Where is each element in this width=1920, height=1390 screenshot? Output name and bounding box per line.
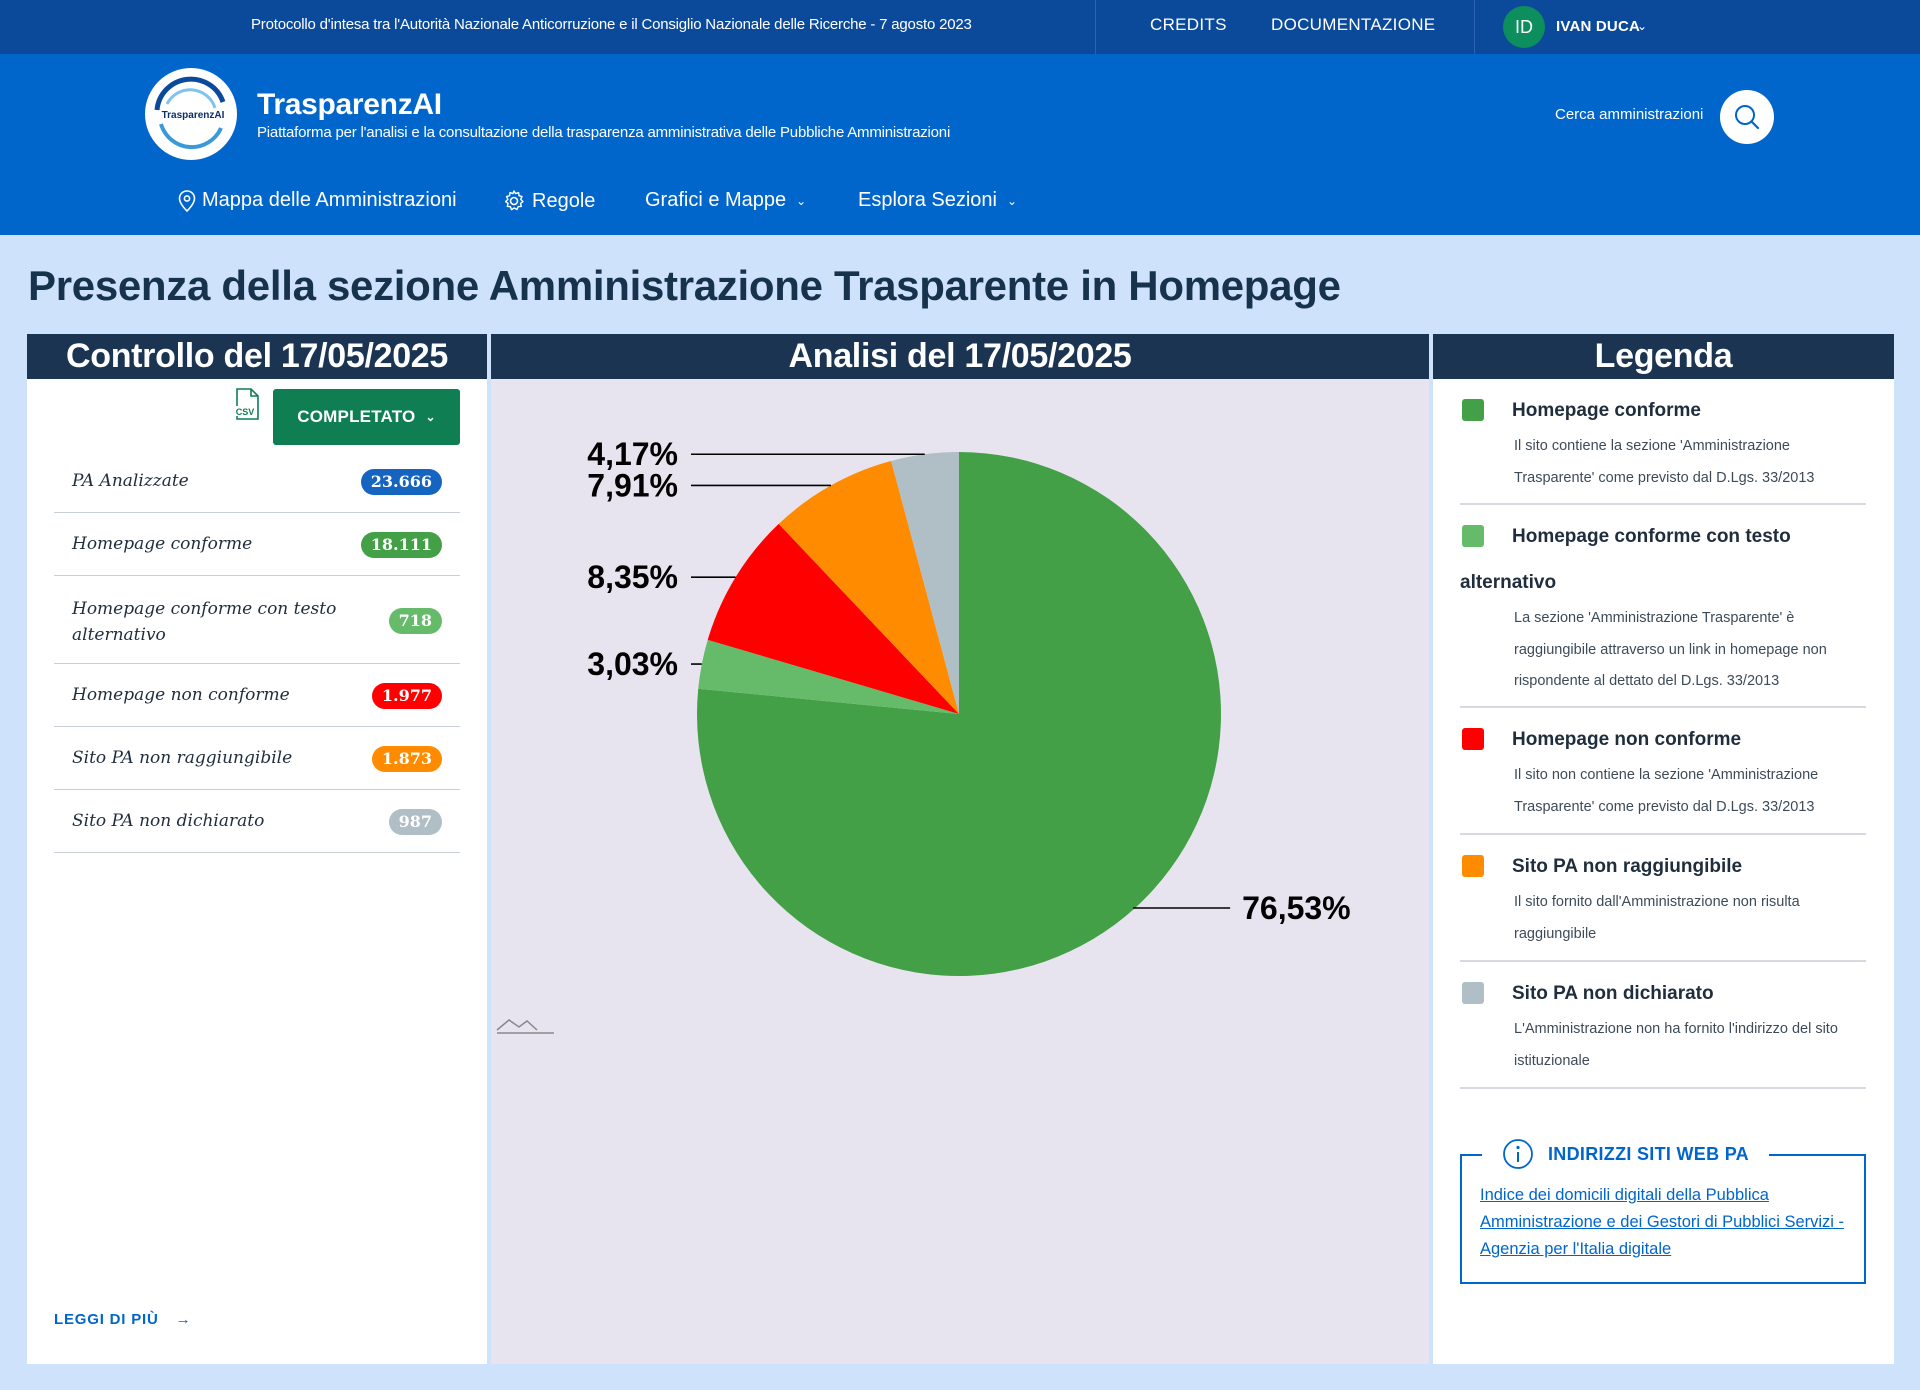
stat-label: PA Analizzate — [72, 471, 189, 491]
stat-badge: 1.977 — [371, 683, 442, 709]
arrow-right-icon: → — [175, 1311, 192, 1328]
legend-swatch — [1462, 525, 1484, 547]
divider — [1474, 0, 1475, 54]
stat-badge: 1.873 — [371, 746, 442, 772]
analysis-heading: Analisi del 17/05/2025 — [491, 334, 1429, 379]
legend-body: Homepage conforme Il sito contiene la se… — [1433, 379, 1894, 1364]
stat-badge: 718 — [388, 608, 442, 634]
chart-watermark-icon — [496, 1019, 554, 1034]
legend-title: Sito PA non raggiungibile — [1512, 856, 1743, 877]
stat-badge: 987 — [388, 809, 442, 835]
brand-subtitle: Piattaforma per l'analisi e la consultaz… — [257, 124, 951, 141]
agid-index-link[interactable]: Indice dei domicili digitali della Pubbl… — [1480, 1182, 1852, 1263]
info-title: INDIRIZZI SITI WEB PA — [1482, 1138, 1769, 1170]
legend-swatch — [1462, 982, 1484, 1004]
divider — [1095, 0, 1096, 54]
pie-data-label: 3,03% — [587, 646, 678, 682]
pie-data-label: 76,53% — [1242, 890, 1351, 926]
legend-swatch — [1462, 728, 1484, 750]
chevron-down-icon[interactable]: ⌄ — [1637, 19, 1647, 33]
legend-description: Il sito non contiene la sezione 'Amminis… — [1514, 767, 1819, 815]
legend-item: Homepage conforme con testo alternativo … — [1460, 505, 1866, 708]
legend-item: Sito PA non dichiarato L'Amministrazione… — [1460, 962, 1866, 1089]
pie-data-label: 4,17% — [587, 436, 678, 472]
site-header: TrasparenzAI TrasparenzAI Piattaforma pe… — [0, 54, 1920, 235]
pie-data-label: 7,91% — [587, 467, 678, 503]
legend-title: Homepage non conforme — [1512, 729, 1742, 750]
legend-heading: Legenda — [1433, 334, 1894, 379]
gear-icon — [504, 190, 524, 211]
stat-label: Homepage non conforme — [72, 685, 290, 705]
user-avatar[interactable]: ID — [1503, 6, 1545, 48]
legend-item: Homepage non conforme Il sito non contie… — [1460, 708, 1866, 835]
legend-item: Homepage conforme Il sito contiene la se… — [1460, 379, 1866, 505]
legend-title: Homepage conforme — [1512, 400, 1701, 421]
stat-label: Homepage conforme con testo alternativo — [72, 599, 337, 645]
nav-explore[interactable]: Esplora Sezioni ⌄ — [858, 189, 1017, 212]
stat-row: Homepage conforme 18.111 — [54, 513, 460, 576]
legend-title: Homepage conforme con testo — [1512, 526, 1791, 547]
nav-map[interactable]: Mappa delle Amministrazioni — [178, 189, 457, 212]
nav-charts[interactable]: Grafici e Mappe ⌄ — [645, 189, 806, 212]
legend-title: Sito PA non dichiarato — [1512, 983, 1714, 1004]
legend-description: Il sito contiene la sezione 'Amministraz… — [1514, 438, 1815, 486]
nav-explore-label: Esplora Sezioni — [858, 189, 997, 211]
stat-row: Sito PA non raggiungibile 1.873 — [54, 727, 460, 790]
pie-chart: 76,53% 3,03% 8,35% 7,91%4,17% — [496, 436, 1351, 1034]
stat-label: Homepage conforme — [72, 534, 253, 554]
status-dropdown-label: COMPLETATO — [297, 407, 416, 426]
legend-description: La sezione 'Amministrazione Trasparente'… — [1514, 610, 1827, 689]
stat-row: Sito PA non dichiarato 987 — [54, 790, 460, 853]
stat-badge: 23.666 — [360, 469, 442, 495]
top-bar: Protocollo d'intesa tra l'Autorità Nazio… — [0, 0, 1920, 54]
chevron-down-icon: ⌄ — [425, 410, 436, 424]
stat-label: Sito PA non dichiarato — [72, 811, 265, 831]
stat-badge: 18.111 — [360, 532, 442, 558]
legend-item: Sito PA non raggiungibile Il sito fornit… — [1460, 835, 1866, 962]
logo-mark: TrasparenzAI — [147, 70, 235, 158]
legend-swatch — [1462, 855, 1484, 877]
legend-title-continued: alternativo — [1460, 572, 1557, 593]
control-panel: Controllo del 17/05/2025 CSV COMPLETATO … — [27, 334, 487, 1364]
legend-panel: Legenda Homepage conforme Il sito contie… — [1433, 334, 1894, 1364]
documentation-link[interactable]: DOCUMENTAZIONE — [1271, 15, 1435, 35]
brand-title[interactable]: TrasparenzAI — [257, 88, 442, 122]
control-body: CSV COMPLETATO ⌄ PA Analizzate 23.666 Ho… — [27, 379, 487, 1364]
logo-text: TrasparenzAI — [162, 110, 225, 121]
control-heading: Controllo del 17/05/2025 — [27, 334, 487, 379]
nav-rules[interactable]: Regole — [502, 189, 595, 213]
search-icon — [1735, 105, 1760, 130]
search-label[interactable]: Cerca amministrazioni — [1555, 106, 1703, 123]
chevron-down-icon: ⌄ — [796, 193, 807, 208]
stat-row: PA Analizzate 23.666 — [54, 451, 460, 513]
logo[interactable]: TrasparenzAI — [145, 68, 237, 160]
analysis-panel: Analisi del 17/05/2025 76,53% 3,03% 8,35% 7… — [491, 334, 1429, 1364]
page-title: Presenza della sezione Amministrazione T… — [28, 262, 1341, 309]
analysis-body: 76,53% 3,03% 8,35% 7,91% 4,17% — [491, 379, 1429, 1364]
legend-description: L'Amministrazione non ha fornito l'indir… — [1514, 1021, 1838, 1069]
info-title-label: INDIRIZZI SITI WEB PA — [1548, 1143, 1749, 1164]
nav-map-label: Mappa delle Amministrazioni — [202, 189, 457, 211]
chevron-down-icon: ⌄ — [1006, 193, 1018, 208]
status-dropdown-button[interactable]: COMPLETATO ⌄ — [273, 389, 460, 445]
legend-description: Il sito fornito dall'Amministrazione non… — [1514, 894, 1800, 942]
stat-row: Homepage non conforme 1.977 — [54, 664, 460, 727]
nav-charts-label: Grafici e Mappe — [645, 189, 787, 211]
credits-link[interactable]: CREDITS — [1150, 15, 1227, 35]
stat-label: Sito PA non raggiungibile — [72, 748, 293, 768]
info-icon — [1503, 1139, 1533, 1169]
read-more-label: LEGGI DI PIÙ — [54, 1311, 159, 1328]
csv-label: CSV — [236, 407, 255, 417]
map-pin-icon — [178, 189, 196, 212]
user-menu-button[interactable]: IVAN DUCA — [1556, 18, 1640, 35]
csv-download-icon[interactable]: CSV — [233, 387, 261, 423]
pie-data-label: 8,35% — [587, 559, 678, 595]
read-more-link[interactable]: LEGGI DI PIÙ → — [54, 1311, 191, 1328]
nav-rules-label: Regole — [532, 189, 596, 212]
info-box: INDIRIZZI SITI WEB PA Indice dei domicil… — [1460, 1138, 1866, 1284]
search-button[interactable] — [1720, 90, 1774, 144]
stat-row: Homepage conforme con testo alternativo … — [54, 576, 460, 664]
legend-swatch — [1462, 399, 1484, 421]
protocol-link[interactable]: Protocollo d'intesa tra l'Autorità Nazio… — [251, 16, 972, 33]
